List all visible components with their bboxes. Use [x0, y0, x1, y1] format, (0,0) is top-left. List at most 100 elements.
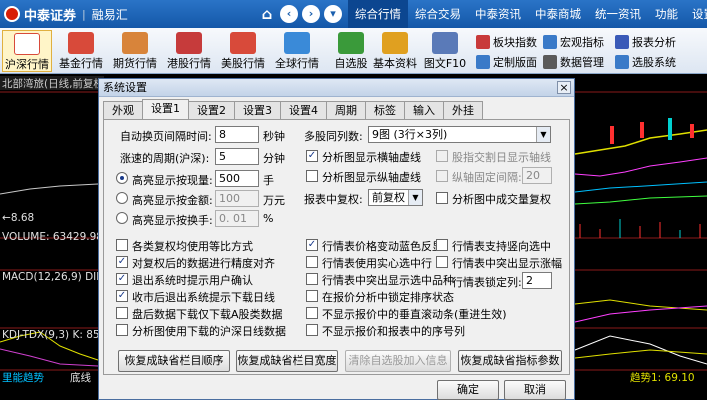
cancel-button[interactable]: 取消 — [504, 380, 566, 400]
reset-column-width-button[interactable]: 恢复成缺省栏目宽度 — [236, 350, 338, 372]
blue-highlight-label: 行情表价格变动蓝色反显 — [322, 240, 443, 253]
chart-footer-right: 趋势1: 69.10 — [630, 372, 695, 384]
hide-scrollbar-label: 不显示报价中的垂直滚动条(重进生效) — [322, 308, 507, 321]
delivery-day-axis-checkbox[interactable] — [436, 150, 448, 162]
us-stock-icon — [230, 32, 256, 54]
highlight-turnover-radio[interactable] — [116, 212, 128, 224]
lock-cols-label: 行情表锁定列: — [452, 276, 522, 289]
highlight-volume-radio[interactable] — [116, 172, 128, 184]
tab-settings-3[interactable]: 设置3 — [234, 101, 281, 119]
volume-adjust-label: 分析图中成交量复权 — [452, 193, 551, 206]
tab-settings-4[interactable]: 设置4 — [280, 101, 327, 119]
home-icon[interactable]: ⌂ — [258, 5, 276, 23]
data-management-icon — [543, 55, 557, 69]
forward-icon[interactable]: › — [302, 5, 320, 23]
document-icon — [432, 32, 458, 54]
toolbar-sh-sz-market[interactable]: 沪深行情 — [2, 30, 52, 72]
tick-period-input[interactable]: 5 — [215, 148, 259, 165]
menu-info[interactable]: 统一资讯 — [588, 0, 648, 28]
tab-settings-1[interactable]: 设置1 — [142, 99, 189, 119]
a-share-only-label: 盘后数据下载仅下载A股类数据 — [132, 308, 283, 321]
tab-labels[interactable]: 标签 — [365, 101, 405, 119]
solid-row-checkbox[interactable] — [306, 256, 318, 268]
toolbar-fund-market[interactable]: 基金行情 — [56, 30, 106, 72]
highlight-amount-radio[interactable] — [116, 192, 128, 204]
key-icon — [382, 32, 408, 54]
menu-market[interactable]: 综合行情 — [348, 0, 408, 28]
kdj-label: KDJ-TDX(9,3) K: 85.5 — [2, 329, 110, 341]
fixed-interval-input[interactable]: 20 — [522, 167, 552, 184]
highlight-change-checkbox[interactable] — [436, 256, 448, 268]
menu-settings[interactable]: 设置 — [685, 0, 707, 28]
horizontal-gridline-checkbox[interactable]: ✓ — [306, 150, 318, 162]
multi-cols-select[interactable]: 9图 (3行×3列) ▼ — [368, 126, 551, 143]
precision-align-checkbox[interactable]: ✓ — [116, 256, 128, 268]
toolbar-futures-market[interactable]: 期货行情 — [110, 30, 160, 72]
back-icon[interactable]: ‹ — [280, 5, 298, 23]
stock-screener-icon — [615, 55, 629, 69]
lock-cols-input[interactable]: 2 — [522, 272, 552, 289]
toolbar-global-market[interactable]: 全球行情 — [272, 30, 322, 72]
menu-trade[interactable]: 综合交易 — [408, 0, 468, 28]
highlight-turnover-input[interactable]: 0. 01 — [215, 210, 259, 227]
toolbar-us-market[interactable]: 美股行情 — [218, 30, 268, 72]
menu-functions[interactable]: 功能 — [648, 0, 685, 28]
highlight-selected-checkbox[interactable] — [306, 273, 318, 285]
toolbar-watchlist[interactable]: 自选股 — [326, 30, 376, 72]
tab-period[interactable]: 周期 — [326, 101, 366, 119]
close-icon[interactable]: × — [557, 81, 571, 94]
vertical-select-checkbox[interactable] — [436, 239, 448, 251]
toolbar-data-management[interactable]: 数据管理 — [543, 54, 604, 70]
highlight-amount-label: 高亮显示按金额: — [132, 194, 213, 207]
highlight-volume-label: 高亮显示按现量: — [132, 174, 213, 187]
blue-highlight-checkbox[interactable]: ✓ — [306, 239, 318, 251]
menu-mall[interactable]: 中泰商城 — [528, 0, 588, 28]
use-downloaded-daily-checkbox[interactable] — [116, 324, 128, 336]
page-interval-unit: 秒钟 — [263, 130, 285, 143]
toolbar-basic-info[interactable]: 基本资料 — [370, 30, 420, 72]
page-interval-input[interactable]: 8 — [215, 126, 259, 143]
toolbar: 沪深行情 基金行情 期货行情 港股行情 美股行情 全球行情 自选股 基本资料 图… — [0, 28, 707, 74]
download-prompt-checkbox[interactable]: ✓ — [116, 290, 128, 302]
reset-indicator-params-button[interactable]: 恢复成缺省指标参数 — [458, 350, 562, 372]
exit-confirm-checkbox[interactable]: ✓ — [116, 273, 128, 285]
toolbar-report-analysis[interactable]: 报表分析 — [615, 34, 676, 50]
volume-label: VOLUME: 63429.98 — [2, 231, 103, 243]
tab-settings-2[interactable]: 设置2 — [188, 101, 235, 119]
clear-watchlist-info-button[interactable]: 清除自选股加入信息 — [345, 350, 451, 372]
ok-button[interactable]: 确定 — [437, 380, 499, 400]
volume-adjust-checkbox[interactable] — [436, 192, 448, 204]
toolbar-custom-layout[interactable]: 定制版面 — [476, 54, 537, 70]
download-prompt-label: 收市后退出系统提示下载日线 — [132, 291, 275, 304]
tab-page-settings-1: 自动换页间隔时间: 8 秒钟 涨速的周期(沪深): 5 分钟 高亮显示按现量: … — [103, 119, 570, 375]
highlight-volume-input[interactable]: 500 — [215, 170, 259, 187]
highlight-volume-unit: 手 — [263, 174, 274, 187]
toolbar-f10[interactable]: 图文F10 — [420, 30, 470, 72]
highlight-selected-label: 行情表中突出显示选中品种 — [322, 274, 454, 287]
chart-footer-left2: 底线 — [70, 372, 91, 384]
lock-sort-checkbox[interactable] — [306, 290, 318, 302]
hide-scrollbar-checkbox[interactable] — [306, 307, 318, 319]
brand-logo: 中泰证券 | 融易汇 — [0, 0, 128, 28]
hide-index-column-checkbox[interactable] — [306, 324, 318, 336]
toolbar-macro-indicators[interactable]: 宏观指标 — [543, 34, 604, 50]
tab-plugins[interactable]: 外挂 — [443, 101, 483, 119]
vertical-gridline-checkbox[interactable] — [306, 170, 318, 182]
a-share-only-checkbox[interactable] — [116, 307, 128, 319]
reset-column-order-button[interactable]: 恢复成缺省栏目顺序 — [118, 350, 230, 372]
toolbar-stock-screener[interactable]: 选股系统 — [615, 54, 676, 70]
tab-input[interactable]: 输入 — [404, 101, 444, 119]
highlight-amount-input[interactable]: 100 — [215, 190, 259, 207]
multi-cols-label: 多股同列数: — [304, 130, 363, 143]
equal-ratio-adjust-checkbox[interactable] — [116, 239, 128, 251]
horizontal-gridline-label: 分析图显示横轴虚线 — [322, 151, 421, 164]
fixed-interval-checkbox[interactable] — [436, 170, 448, 182]
menu-news[interactable]: 中泰资讯 — [468, 0, 528, 28]
report-adjust-select[interactable]: 前复权 ▼ — [368, 189, 423, 206]
tab-appearance[interactable]: 外观 — [103, 101, 143, 119]
toolbar-hk-market[interactable]: 港股行情 — [164, 30, 214, 72]
down-icon[interactable]: ▾ — [324, 5, 342, 23]
tick-period-label: 涨速的周期(沪深): — [120, 152, 210, 165]
toolbar-sector-index[interactable]: 板块指数 — [476, 34, 537, 50]
nav-buttons: ⌂ ‹ › ▾ — [258, 5, 342, 23]
